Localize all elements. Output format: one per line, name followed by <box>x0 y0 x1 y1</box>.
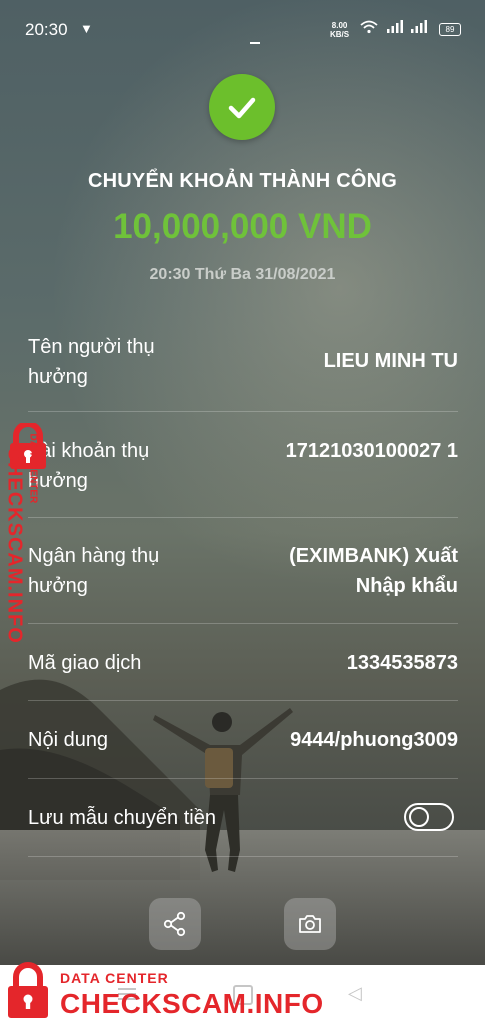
back-button[interactable]: ◁ <box>348 983 362 1004</box>
detail-row-beneficiary-account: Tài khoản thụ hưởng 17121030100027 1 <box>28 436 458 498</box>
save-template-row: Lưu mẫu chuyển tiền <box>28 803 458 835</box>
divider <box>28 411 458 412</box>
wifi-icon <box>360 20 378 34</box>
success-badge <box>209 74 275 140</box>
watermark-data-center: DATA CENTER <box>60 970 169 986</box>
divider <box>28 700 458 701</box>
divider <box>28 856 458 857</box>
camera-icon <box>299 915 321 933</box>
network-speed: 8.00 KB/S <box>330 21 349 39</box>
network-speed-unit: KB/S <box>330 30 350 39</box>
detail-label: Tên người thụ hưởng <box>28 336 155 388</box>
toggle-knob <box>409 807 429 827</box>
share-button[interactable] <box>149 898 201 950</box>
save-template-toggle[interactable] <box>404 803 454 831</box>
watermark-lock-icon <box>8 962 48 1018</box>
battery-icon: 89 <box>439 23 461 36</box>
drag-handle <box>250 42 260 44</box>
success-title: CHUYỂN KHOẢN THÀNH CÔNG <box>87 170 398 192</box>
detail-label: Ngân hàng thụ hưởng <box>28 545 160 597</box>
divider <box>28 623 458 624</box>
signal-icon <box>411 20 427 33</box>
transfer-datetime: 20:30 Thứ Ba 31/08/2021 <box>149 266 336 283</box>
screenshot-button[interactable] <box>284 898 336 950</box>
watermark-data-center: DATA CENTER <box>27 433 39 504</box>
check-icon <box>228 97 256 119</box>
watermark-checkscam: CHECKSCAM.INFO <box>60 988 324 1019</box>
detail-label: Tài khoản thụ hưởng <box>28 440 150 492</box>
detail-value: 17121030100027 1 <box>285 440 458 462</box>
detail-row-beneficiary-bank: Ngân hàng thụ hưởng (EXIMBANK) Xuất Nhập… <box>28 541 458 603</box>
detail-label: Nội dung <box>28 729 109 751</box>
detail-label: Mã giao dịch <box>28 652 142 674</box>
detail-row-transaction-id: Mã giao dịch 1334535873 <box>28 648 458 680</box>
divider <box>28 517 458 518</box>
share-icon <box>163 911 186 937</box>
detail-row-beneficiary-name: Tên người thụ hưởng LIEU MINH TU <box>28 330 458 392</box>
status-bar: 20:30 ▼ 8.00 KB/S 89 <box>0 0 485 60</box>
divider <box>28 778 458 779</box>
signal-icon <box>387 20 403 33</box>
watermark-checkscam: CHECKSCAM.INFO <box>3 446 26 644</box>
shield-icon: ▼ <box>80 21 93 36</box>
transfer-amount: 10,000,000 VND <box>113 207 372 246</box>
detail-row-content: Nội dung 9444/phuong3009 <box>28 725 458 757</box>
save-template-label: Lưu mẫu chuyển tiền <box>28 807 216 829</box>
status-time: 20:30 <box>25 20 68 39</box>
detail-value: 1334535873 <box>346 652 458 674</box>
detail-value: LIEU MINH TU <box>323 350 458 372</box>
network-speed-value: 8.00 <box>331 21 348 30</box>
detail-value: (EXIMBANK) Xuất Nhập khẩu <box>289 545 458 597</box>
detail-value: 9444/phuong3009 <box>290 729 458 751</box>
